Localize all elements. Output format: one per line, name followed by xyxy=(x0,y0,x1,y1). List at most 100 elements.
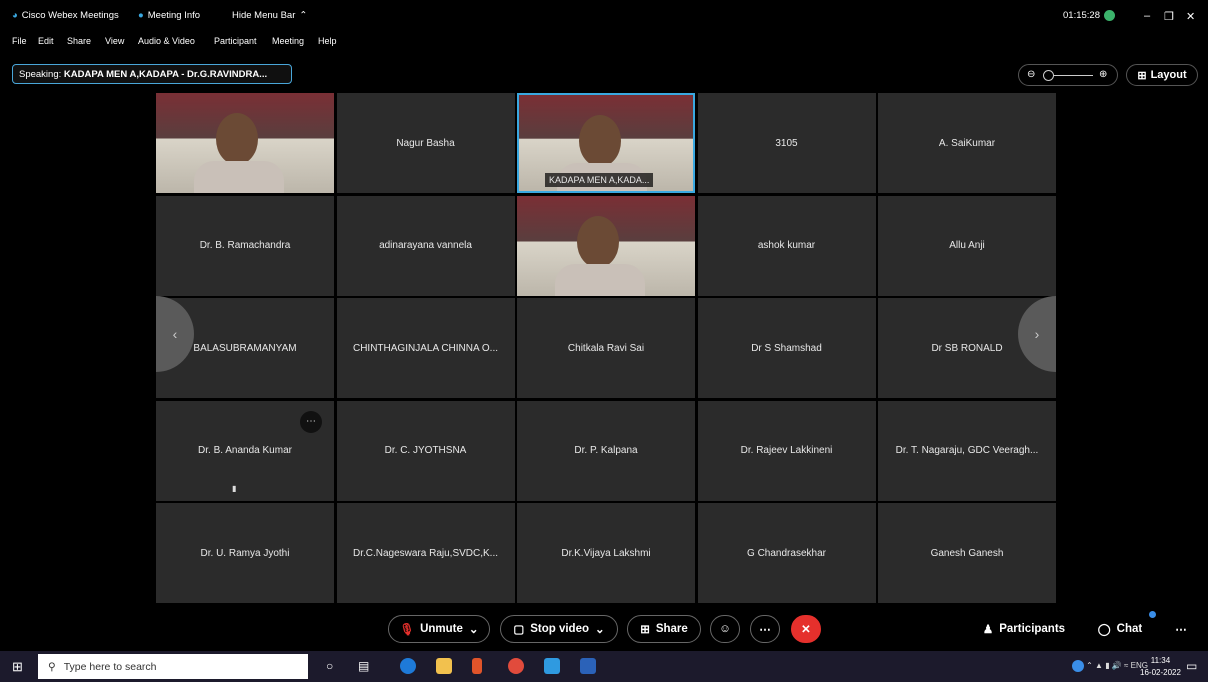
participant-tile[interactable]: KADAPA MEN A,KADA... xyxy=(517,93,695,193)
zoom-in-icon[interactable]: ⊕ xyxy=(1099,69,1107,80)
minimize-button[interactable]: – xyxy=(1144,10,1150,22)
participant-tile[interactable]: Dr. B. Ramachandra xyxy=(156,195,334,296)
notifications-icon[interactable]: ▭ xyxy=(1186,659,1197,673)
participant-name-tag: KADAPA MEN A,KADA... xyxy=(545,173,654,187)
video-camera-icon: ▢ xyxy=(513,624,525,636)
taskbar-search-input[interactable]: ⚲ Type here to search xyxy=(38,654,308,679)
menu-help[interactable]: Help xyxy=(318,36,337,46)
menu-file[interactable]: File xyxy=(12,36,27,46)
chevron-up-icon[interactable]: ⌃ xyxy=(1086,661,1093,670)
participant-name: BALASUBRAMANYAM xyxy=(193,342,297,354)
volume-icon[interactable]: 🔊 xyxy=(1112,661,1122,670)
status-dot-icon xyxy=(1103,10,1115,21)
participant-tile[interactable]: Dr. B. Ananda Kumar ⋯ ▮ xyxy=(156,400,334,501)
participant-tile[interactable]: Dr. U. Ramya Jyothi xyxy=(156,503,334,603)
menu-meeting[interactable]: Meeting xyxy=(272,36,304,46)
participant-tile[interactable]: adinarayana vannela xyxy=(336,195,515,296)
participant-tile[interactable]: Nagur Basha xyxy=(336,93,515,193)
close-window-button[interactable]: ✕ xyxy=(1186,10,1195,23)
clock-time: 11:34 xyxy=(1150,656,1171,665)
meeting-info-button[interactable]: ● Meeting Info xyxy=(138,10,200,21)
unmute-label: Unmute xyxy=(420,623,463,635)
participants-button[interactable]: ♟ Participants xyxy=(972,615,1076,643)
reactions-button[interactable]: ☺ xyxy=(710,615,740,643)
participant-name: Dr. P. Kalpana xyxy=(574,445,638,456)
hide-menu-bar-button[interactable]: Hide Menu Bar ⌃ xyxy=(232,10,307,21)
chat-button[interactable]: ◯ Chat xyxy=(1090,611,1156,643)
restore-icon: ❐ xyxy=(1164,11,1174,23)
chrome-icon[interactable] xyxy=(508,658,524,674)
tile-more-options-icon[interactable]: ⋯ xyxy=(300,410,322,433)
participant-name: Dr S Shamshad xyxy=(751,342,822,354)
stop-video-button[interactable]: ▢ Stop video ⌄ xyxy=(500,615,618,643)
participant-tile[interactable]: Chitkala Ravi Sai xyxy=(517,298,695,398)
participant-face xyxy=(579,115,621,167)
leave-meeting-button[interactable]: ✕ xyxy=(791,615,821,643)
word-icon[interactable] xyxy=(580,658,596,674)
chevron-down-icon: ⌄ xyxy=(595,624,605,636)
participant-body xyxy=(555,263,645,296)
participant-name: Chitkala Ravi Sai xyxy=(567,342,645,354)
participant-tile[interactable]: G Chandrasekhar xyxy=(697,503,876,603)
participant-tile[interactable] xyxy=(517,195,695,296)
participant-tile[interactable]: 3105 xyxy=(697,93,876,193)
menu-edit[interactable]: Edit xyxy=(38,36,54,46)
share-screen-icon: ⊞ xyxy=(640,624,650,636)
cortana-icon[interactable]: ○ xyxy=(326,659,333,673)
layout-button[interactable]: ⊞ Layout xyxy=(1126,64,1198,86)
participant-body xyxy=(194,161,284,193)
wifi-icon[interactable]: ≈ xyxy=(1124,661,1128,670)
participant-tile[interactable]: Dr. C. JYOTHSNA xyxy=(336,400,515,501)
participant-tile[interactable] xyxy=(156,93,334,193)
title-bar: ◕ Cisco Webex Meetings ● Meeting Info Hi… xyxy=(0,0,1208,32)
chevron-right-icon: › xyxy=(1034,326,1040,342)
taskbar-clock[interactable]: 11:34 16-02-2022 xyxy=(1140,655,1181,679)
participant-tile[interactable]: A. SaiKumar xyxy=(878,93,1056,193)
menu-audio-video[interactable]: Audio & Video xyxy=(138,36,195,46)
participant-tile[interactable]: Dr.K.Vijaya Lakshmi xyxy=(517,503,695,603)
chat-bubble-icon: ◯ xyxy=(1097,624,1111,636)
windows-start-icon[interactable]: ⊞ xyxy=(12,659,23,675)
notification-dot xyxy=(1149,611,1156,618)
close-icon: ✕ xyxy=(801,624,811,636)
participant-tile[interactable]: Allu Anji xyxy=(878,195,1056,296)
network-icon[interactable]: ▲ xyxy=(1095,661,1103,670)
zoom-slider-handle[interactable] xyxy=(1043,70,1054,81)
edge-icon[interactable] xyxy=(400,658,416,674)
windows-taskbar: ⊞ ⚲ Type here to search ○ ▤ ⌃ ▲ ▮ 🔊 ≈ EN… xyxy=(0,651,1208,682)
menu-view[interactable]: View xyxy=(105,36,124,46)
participant-tile[interactable]: Dr.C.Nageswara Raju,SVDC,K... xyxy=(336,503,515,603)
help-icon[interactable] xyxy=(1071,660,1084,672)
chevron-down-icon: ⌄ xyxy=(468,624,479,636)
office-icon[interactable] xyxy=(472,658,482,674)
meeting-timer: 01:15:28 xyxy=(1063,10,1115,21)
share-button[interactable]: ⊞ Share xyxy=(627,615,701,643)
participant-tile[interactable]: Dr. P. Kalpana xyxy=(517,400,695,501)
participant-tile[interactable]: CHINTHAGINJALA CHINNA O... xyxy=(336,298,515,398)
participant-name: Dr. C. JYOTHSNA xyxy=(384,445,467,456)
participant-tile[interactable]: Dr. Rajeev Lakkineni xyxy=(697,400,876,501)
chat-label: Chat xyxy=(1116,623,1143,635)
shield-icon: ● xyxy=(138,10,144,21)
zoom-control[interactable]: ⊖ ⊕ xyxy=(1018,64,1118,86)
participant-name: CHINTHAGINJALA CHINNA O... xyxy=(352,342,499,354)
participant-tile[interactable]: Ganesh Ganesh xyxy=(878,503,1056,603)
webex-taskbar-icon[interactable] xyxy=(544,658,560,674)
menu-participant[interactable]: Participant xyxy=(214,36,257,46)
active-speaker-banner[interactable]: Speaking: KADAPA MEN A,KADAPA - Dr.G.RAV… xyxy=(12,64,292,84)
file-explorer-icon[interactable] xyxy=(436,658,452,674)
more-options-button[interactable]: ⋯ xyxy=(750,615,780,643)
participant-name: Dr. U. Ramya Jyothi xyxy=(200,547,290,559)
battery-icon[interactable]: ▮ xyxy=(1105,661,1109,670)
restore-button[interactable]: ❐ xyxy=(1164,10,1174,23)
timer-label: 01:15:28 xyxy=(1063,10,1100,21)
unmute-button[interactable]: 🎙 Unmute ⌄ xyxy=(388,615,490,643)
more-button[interactable]: ⋯ xyxy=(1170,615,1192,643)
zoom-out-icon[interactable]: ⊖ xyxy=(1027,69,1035,80)
mic-muted-icon: 🎙 xyxy=(399,624,415,636)
menu-share[interactable]: Share xyxy=(67,36,91,46)
participant-tile[interactable]: ashok kumar xyxy=(697,195,876,296)
task-view-icon[interactable]: ▤ xyxy=(358,659,369,673)
participant-tile[interactable]: Dr. T. Nagaraju, GDC Veeragh... xyxy=(878,400,1056,501)
participant-tile[interactable]: Dr S Shamshad xyxy=(697,298,876,398)
